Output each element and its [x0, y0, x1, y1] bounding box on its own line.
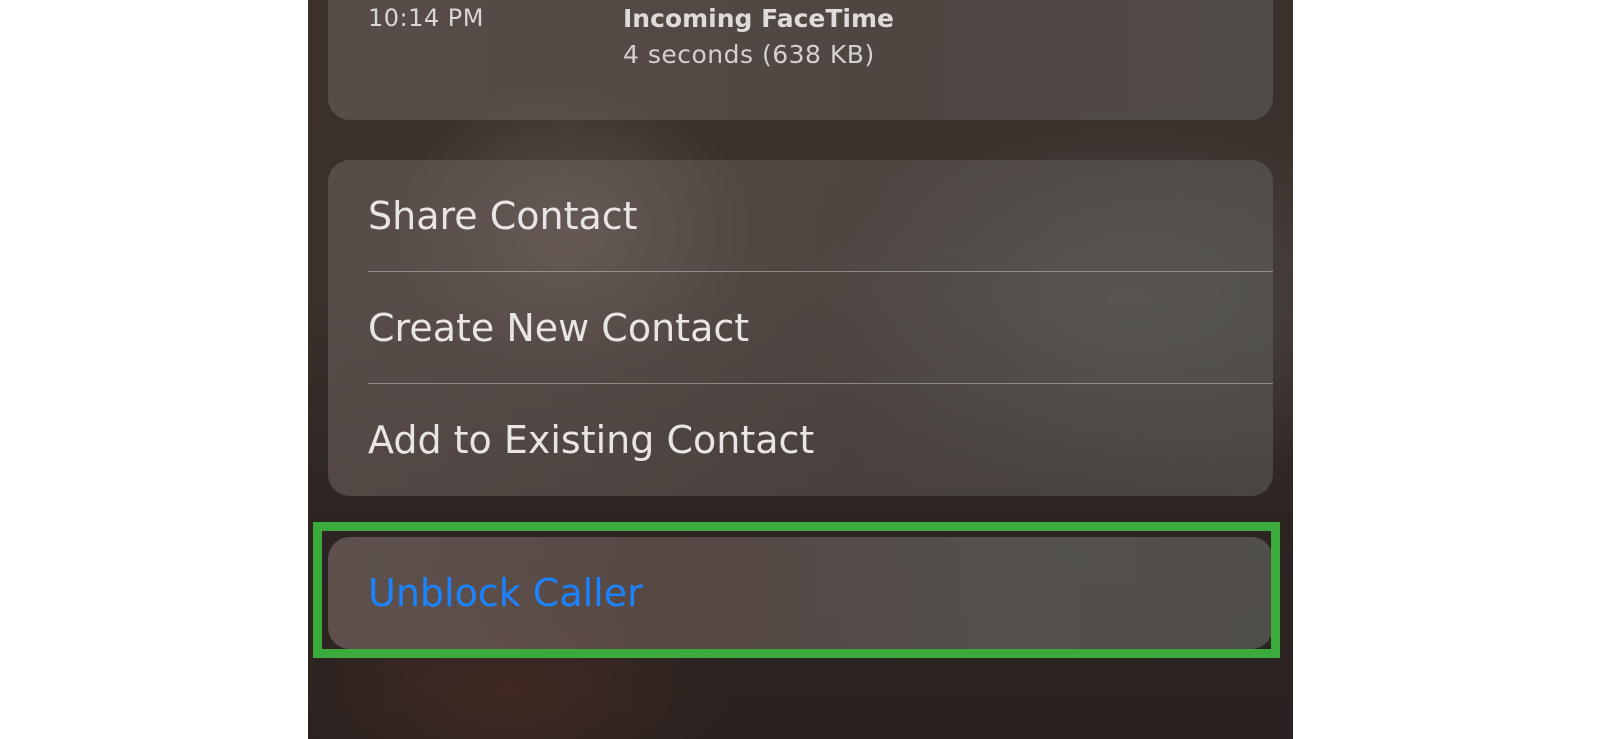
create-new-contact-button[interactable]: Create New Contact: [328, 272, 1273, 384]
call-type: Incoming FaceTime: [623, 4, 894, 33]
share-contact-label: Share Contact: [368, 194, 638, 238]
contact-detail-screen: 10:14 PM Incoming FaceTime 4 seconds (63…: [308, 0, 1293, 739]
contact-actions-card: Share Contact Create New Contact Add to …: [328, 160, 1273, 496]
highlight-box: [313, 522, 1280, 658]
call-history-card: 10:14 PM Incoming FaceTime 4 seconds (63…: [328, 0, 1273, 120]
call-duration: 4 seconds (638 KB): [623, 40, 875, 69]
call-time: 10:14 PM: [368, 4, 484, 32]
add-to-existing-contact-label: Add to Existing Contact: [368, 418, 815, 462]
create-new-contact-label: Create New Contact: [368, 306, 750, 350]
add-to-existing-contact-button[interactable]: Add to Existing Contact: [328, 384, 1273, 496]
share-contact-button[interactable]: Share Contact: [328, 160, 1273, 272]
